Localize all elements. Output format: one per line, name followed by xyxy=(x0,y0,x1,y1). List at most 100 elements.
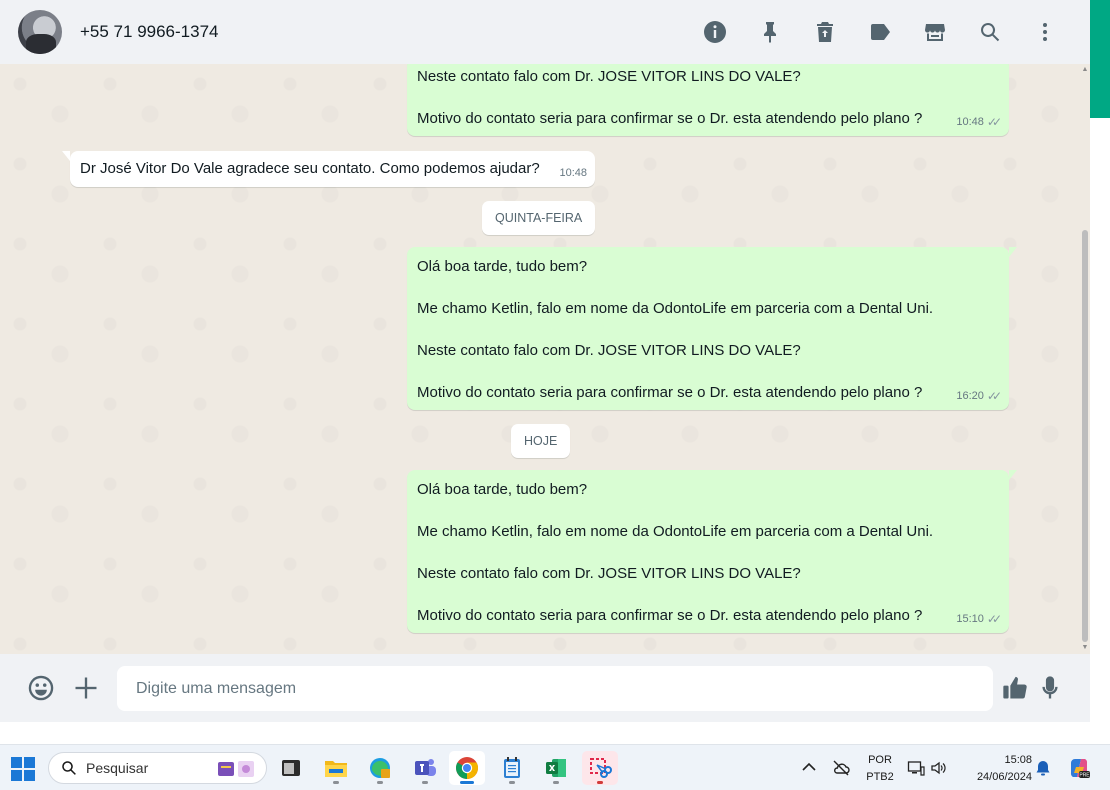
message-line: Me chamo Ketlin, falo em nome da OdontoL… xyxy=(417,523,934,540)
taskbar-app-file-explorer[interactable] xyxy=(318,751,354,785)
message-line xyxy=(417,500,999,521)
contact-avatar[interactable] xyxy=(18,10,62,54)
chat-scrollbar-thumb[interactable] xyxy=(1082,230,1088,642)
read-ticks-icon: ✓✓ xyxy=(986,115,1002,129)
pin-icon xyxy=(763,22,776,43)
message-bubble-outgoing[interactable]: Neste contato falo com Dr. JOSE VITOR LI… xyxy=(407,64,1009,136)
label-button[interactable] xyxy=(852,12,907,52)
bubble-tail xyxy=(1009,470,1017,480)
message-bubble-outgoing[interactable]: Olá boa tarde, tudo bem? Me chamo Ketlin… xyxy=(407,247,1017,410)
plus-icon xyxy=(75,677,97,699)
info-button[interactable] xyxy=(687,12,742,52)
menu-icon xyxy=(1042,23,1047,41)
message-line: Neste contato falo com Dr. JOSE VITOR LI… xyxy=(417,68,801,85)
scroll-up-arrow[interactable]: ▲ xyxy=(1081,66,1089,74)
snipping-tool-icon xyxy=(590,758,612,778)
search-messages-button[interactable] xyxy=(962,12,1017,52)
microphone-icon xyxy=(1042,676,1058,699)
store-button[interactable] xyxy=(907,12,962,52)
thumbs-up-icon xyxy=(1003,676,1027,699)
message-line xyxy=(417,319,999,340)
system-clock[interactable]: 15:08 24/06/2024 xyxy=(962,753,1032,784)
read-ticks-icon: ✓✓ xyxy=(986,389,1002,403)
emoji-button[interactable] xyxy=(25,672,57,704)
contact-name[interactable]: +55 71 9966-1374 xyxy=(80,22,219,42)
message-time: 10:48 xyxy=(559,167,587,179)
store-icon xyxy=(924,24,945,41)
message-line: Neste contato falo com Dr. JOSE VITOR LI… xyxy=(417,565,801,582)
menu-button[interactable] xyxy=(1017,12,1072,52)
taskbar-app-chrome[interactable] xyxy=(449,751,485,785)
thumbs-up-button[interactable] xyxy=(999,672,1031,704)
taskbar-app-snipping-tool[interactable] xyxy=(582,751,618,785)
message-meta: 15:10 ✓✓ xyxy=(956,609,1002,630)
message-line xyxy=(417,584,999,605)
read-ticks-icon: ✓✓ xyxy=(986,612,1002,626)
windows-taskbar: Pesquisar POR PTB2 15:08 24/06/2024 PRE xyxy=(0,744,1110,790)
copilot-icon[interactable]: PRE xyxy=(1066,755,1092,781)
bubble-tail xyxy=(62,151,70,161)
message-line: Olá boa tarde, tudo bem? xyxy=(417,258,588,275)
clock-date: 24/06/2024 xyxy=(976,771,1032,783)
message-line: Me chamo Ketlin, falo em nome da OdontoL… xyxy=(417,300,934,317)
message-line: Motivo do contato seria para confirmar s… xyxy=(417,607,923,624)
message-meta: 10:48 xyxy=(559,163,587,184)
language-code: POR xyxy=(868,754,892,766)
volume-icon[interactable] xyxy=(930,759,948,777)
notepad-icon xyxy=(504,757,520,778)
message-line xyxy=(417,361,999,382)
message-meta: 10:48 ✓✓ xyxy=(956,112,1002,133)
taskbar-app-terminal[interactable] xyxy=(273,751,309,785)
window-bottom-edge xyxy=(0,722,1090,744)
message-bubble-incoming[interactable]: Dr José Vitor Do Vale agradece seu conta… xyxy=(62,151,595,187)
bubble-tail xyxy=(1009,247,1017,257)
taskbar-app-edge[interactable] xyxy=(362,751,398,785)
label-icon xyxy=(870,24,890,40)
message-line xyxy=(417,87,999,108)
taskbar-app-notepad[interactable] xyxy=(494,751,530,785)
attach-button[interactable] xyxy=(70,672,102,704)
pin-button[interactable] xyxy=(742,12,797,52)
message-meta: 16:20 ✓✓ xyxy=(956,386,1002,407)
input-language[interactable]: POR PTB2 xyxy=(862,753,898,784)
message-line: Dr José Vitor Do Vale agradece seu conta… xyxy=(80,160,540,177)
delete-icon xyxy=(816,22,833,42)
windows-logo-icon xyxy=(11,757,22,768)
message-input[interactable] xyxy=(117,666,993,711)
voice-record-button[interactable] xyxy=(1034,672,1066,704)
message-time: 10:48 xyxy=(956,116,984,128)
message-line: Motivo do contato seria para confirmar s… xyxy=(417,384,923,401)
clock-time: 15:08 xyxy=(1004,754,1032,766)
excel-icon xyxy=(546,759,566,777)
scroll-down-arrow[interactable]: ▼ xyxy=(1081,644,1089,652)
start-button[interactable] xyxy=(11,757,35,781)
folder-icon xyxy=(325,761,347,777)
search-label: Pesquisar xyxy=(86,760,149,776)
date-separator: HOJE xyxy=(511,424,571,458)
side-panel-edge-white xyxy=(1090,118,1110,744)
chat-header: +55 71 9966-1374 xyxy=(0,0,1090,64)
delete-button[interactable] xyxy=(797,12,852,52)
cloud-offline-icon[interactable] xyxy=(832,759,850,777)
taskbar-search[interactable]: Pesquisar xyxy=(48,752,267,784)
message-line: Motivo do contato seria para confirmar s… xyxy=(417,110,923,127)
message-bubble-outgoing[interactable]: Olá boa tarde, tudo bem? Me chamo Ketlin… xyxy=(407,470,1017,633)
header-actions xyxy=(687,0,1072,64)
network-icon[interactable] xyxy=(907,759,925,777)
taskbar-app-excel[interactable] xyxy=(538,751,574,785)
edge-icon xyxy=(370,758,390,778)
message-line xyxy=(417,277,999,298)
chevron-up-icon[interactable] xyxy=(800,759,818,777)
taskbar-app-teams[interactable] xyxy=(407,751,443,785)
chrome-icon xyxy=(456,757,478,779)
message-list[interactable]: Neste contato falo com Dr. JOSE VITOR LI… xyxy=(0,64,1090,654)
message-time: 15:10 xyxy=(956,613,984,625)
emoji-icon xyxy=(28,675,54,701)
message-line: Olá boa tarde, tudo bem? xyxy=(417,481,588,498)
message-line: Neste contato falo com Dr. JOSE VITOR LI… xyxy=(417,342,801,359)
search-icon xyxy=(980,23,999,42)
side-panel-edge xyxy=(1090,0,1110,118)
search-icon xyxy=(62,761,76,775)
info-icon xyxy=(703,21,726,43)
notification-bell-icon[interactable] xyxy=(1034,759,1052,777)
